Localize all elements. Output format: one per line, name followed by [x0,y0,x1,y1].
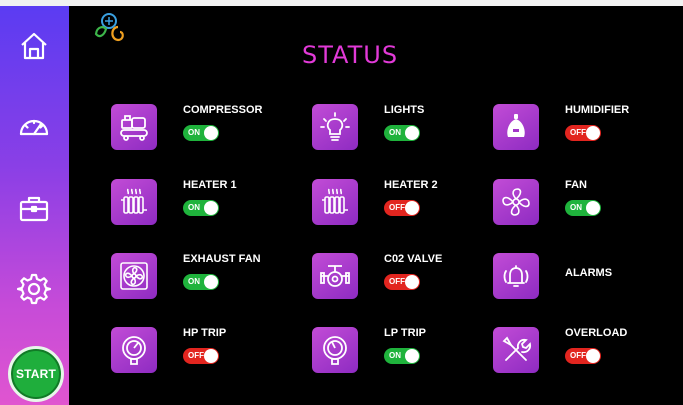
status-label: HEATER 1 [183,179,237,191]
status-item-compressor: COMPRESSOR ON [111,104,291,154]
status-label: OVERLOAD [565,327,628,339]
status-label: HUMIDIFIER [565,104,630,116]
hp-trip-toggle[interactable]: OFF [183,348,219,364]
compressor-icon [111,104,157,150]
brand-logo-icon [93,12,127,46]
gauge-icon[interactable] [14,106,54,146]
pressure-gauge-icon [312,327,358,373]
status-label: ALARMS [565,267,613,279]
main-panel: STATUS COMPRESSOR ON LIGHTS ON HUMIDIFIE… [69,6,683,405]
status-item-humidifier: HUMIDIFIER OFF [493,104,673,154]
heater-1-toggle[interactable]: ON [183,200,219,216]
humidifier-icon [493,104,539,150]
status-item-hp-trip: HP TRIP OFF [111,327,291,377]
status-item-fan: FAN ON [493,179,673,229]
pressure-gauge-icon [111,327,157,373]
status-label: FAN [565,179,587,191]
exhaust-fan-toggle[interactable]: ON [183,274,219,290]
status-label: HEATER 2 [384,179,438,191]
valve-icon [312,253,358,299]
lp-trip-toggle[interactable]: ON [384,348,420,364]
heater-2-toggle[interactable]: OFF [384,200,420,216]
heater-icon [312,179,358,225]
status-item-lights: LIGHTS ON [312,104,492,154]
status-label: LP TRIP [384,327,426,339]
tools-icon [493,327,539,373]
co2-valve-toggle[interactable]: OFF [384,274,420,290]
lights-toggle[interactable]: ON [384,125,420,141]
home-icon[interactable] [14,26,54,66]
status-label: COMPRESSOR [183,104,263,116]
status-label: EXHAUST FAN [183,253,261,265]
status-item-heater-2: HEATER 2 OFF [312,179,492,229]
status-item-heater-1: HEATER 1 ON [111,179,291,229]
status-label: LIGHTS [384,104,425,116]
page-title: STATUS [302,41,399,69]
gear-icon[interactable] [14,269,54,309]
start-label: START [15,367,57,381]
status-item-co2-valve: C02 VALVE OFF [312,253,492,303]
status-label: C02 VALVE [384,253,443,265]
fan-toggle[interactable]: ON [565,200,601,216]
exhaust-fan-icon [111,253,157,299]
status-item-exhaust-fan: EXHAUST FAN ON [111,253,291,303]
heater-icon [111,179,157,225]
toolbox-icon[interactable] [14,188,54,228]
humidifier-toggle[interactable]: OFF [565,125,601,141]
compressor-toggle[interactable]: ON [183,125,219,141]
status-label: HP TRIP [183,327,227,339]
fan-icon [493,179,539,225]
status-item-lp-trip: LP TRIP ON [312,327,492,377]
status-item-overload: OVERLOAD OFF [493,327,673,377]
sidebar: START [0,6,69,405]
start-button[interactable]: START [8,346,64,402]
alarm-bell-icon [493,253,539,299]
status-item-alarms: ALARMS [493,253,673,303]
overload-toggle[interactable]: OFF [565,348,601,364]
light-bulb-icon [312,104,358,150]
